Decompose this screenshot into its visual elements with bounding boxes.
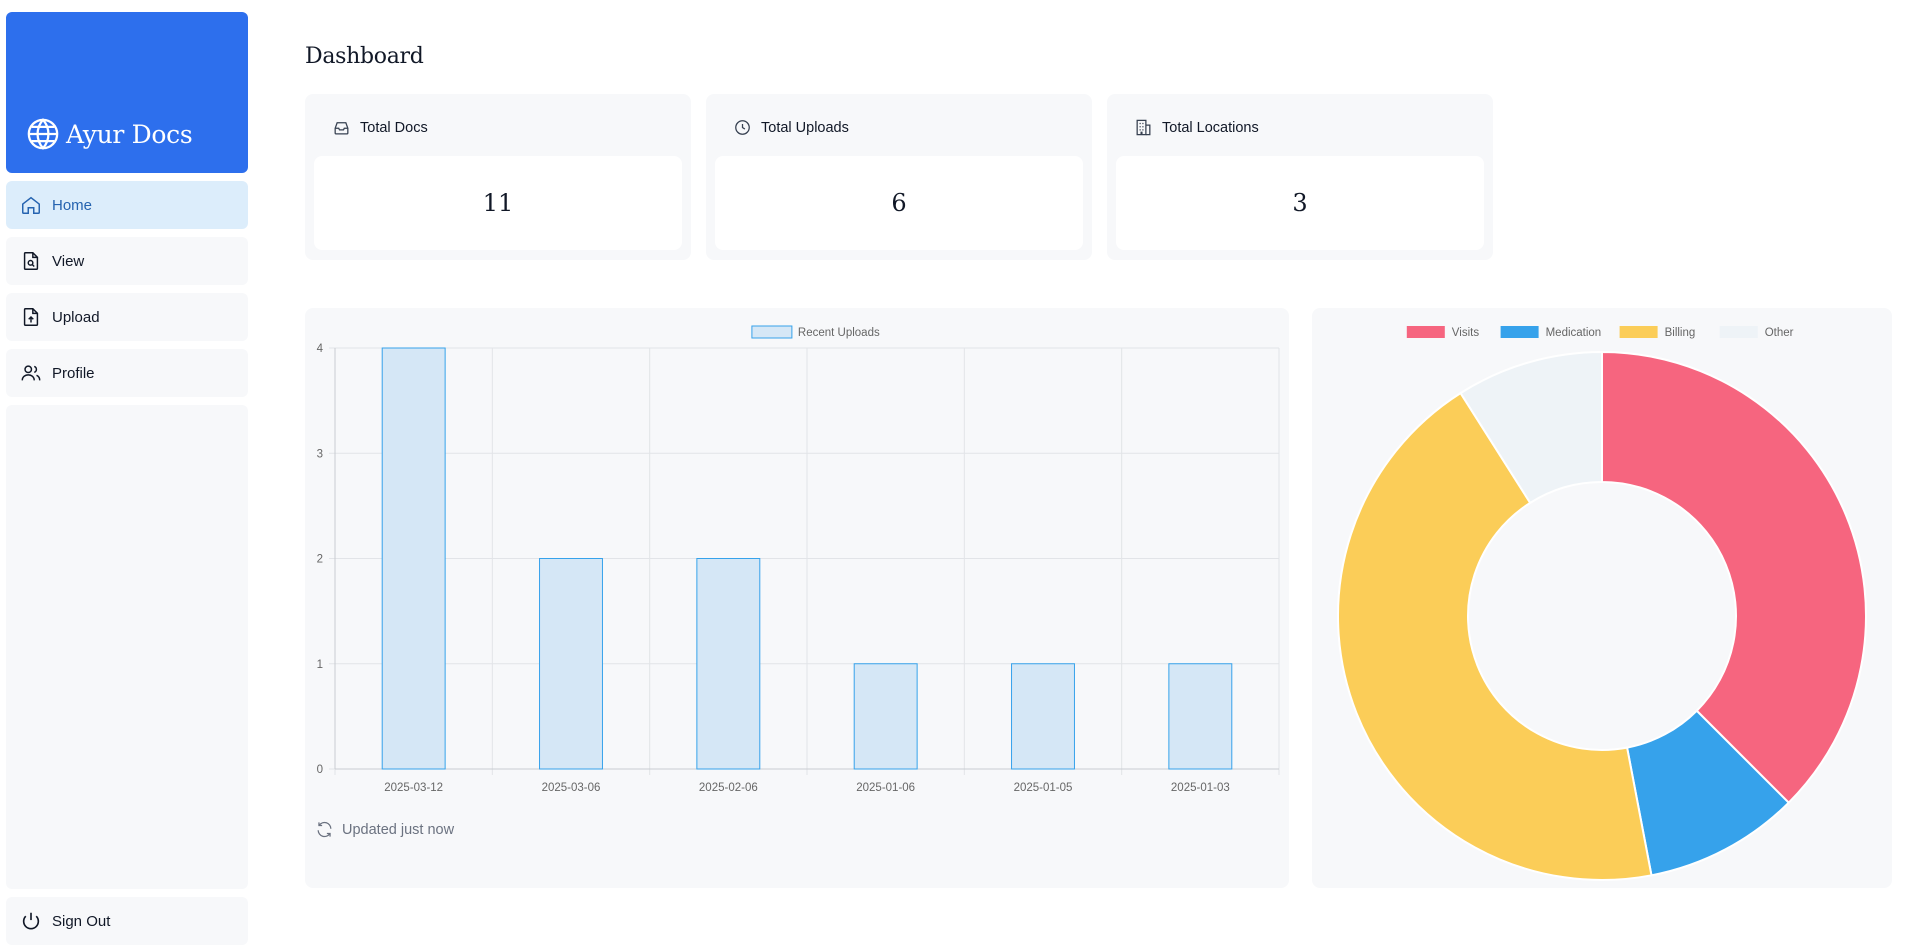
- sidebar-item-profile[interactable]: Profile: [6, 349, 248, 397]
- sign-out-label: Sign Out: [52, 912, 111, 930]
- stat-value: 3: [1116, 156, 1484, 250]
- stat-label: Total Docs: [360, 119, 428, 136]
- y-tick-label: 4: [317, 343, 324, 355]
- x-tick-label: 2025-03-12: [384, 782, 443, 794]
- brand-header: Ayur Docs: [6, 12, 248, 173]
- bar: [1168, 663, 1233, 770]
- bar: [853, 663, 918, 770]
- x-tick-label: 2025-01-06: [856, 782, 915, 794]
- bar: [1011, 663, 1075, 770]
- chart-legend: Recent Uploads: [751, 325, 880, 339]
- file-upload-icon: [23, 308, 39, 326]
- inbox-icon: [334, 122, 349, 135]
- stat-card-total-docs: Total Docs 11: [305, 94, 691, 260]
- stat-card-header: Total Locations: [1134, 118, 1259, 137]
- legend-label: Other: [1765, 327, 1794, 339]
- sidebar-item-home[interactable]: Home: [6, 181, 248, 229]
- y-tick-label: 1: [317, 659, 323, 671]
- stat-card-total-locations: Total Locations 3: [1107, 94, 1493, 260]
- legend-swatch: [1406, 326, 1445, 338]
- legend-label: Billing: [1665, 327, 1696, 339]
- legend-label: Recent Uploads: [798, 327, 880, 339]
- x-tick-label: 2025-01-03: [1171, 782, 1230, 794]
- stat-card-header: Total Uploads: [733, 118, 849, 137]
- recent-uploads-panel: 0 1 2 3 4 2025-03-12 2025-03-06 2025-02-06 2025-…: [305, 308, 1289, 888]
- sign-out-button[interactable]: Sign Out: [6, 897, 248, 945]
- sidebar-item-label: Home: [52, 196, 93, 214]
- sidebar-item-upload[interactable]: Upload: [6, 293, 248, 341]
- building-icon: [1136, 119, 1151, 136]
- updated-status: Updated just now: [315, 820, 454, 839]
- sidebar-item-view[interactable]: View: [6, 237, 248, 285]
- clock-icon: [735, 120, 750, 135]
- legend-label: Medication: [1546, 327, 1602, 339]
- home-icon: [22, 196, 40, 214]
- x-tick-label: 2025-03-06: [542, 782, 601, 794]
- sidebar: Ayur Docs Home View Upload Profile Sign …: [6, 12, 248, 952]
- legend-swatch: [1619, 326, 1658, 338]
- sidebar-item-label: Profile: [52, 364, 95, 382]
- y-tick-label: 3: [317, 448, 323, 460]
- legend-swatch: [1719, 326, 1758, 338]
- chart-legend: Visits Medication Billing Other: [1406, 326, 1794, 339]
- x-tick-label: 2025-01-05: [1014, 782, 1073, 794]
- stat-label: Total Uploads: [761, 119, 849, 136]
- y-tick-label: 2: [317, 554, 323, 566]
- brand-logo[interactable]: Ayur Docs: [26, 117, 193, 151]
- stat-label: Total Locations: [1162, 119, 1259, 136]
- globe-icon: [27, 118, 59, 150]
- doughnut-slice-visits: [1601, 350, 1867, 805]
- page-title: Dashboard: [305, 44, 424, 69]
- sidebar-item-label: View: [52, 252, 85, 270]
- recent-uploads-bar-chart: 0 1 2 3 4 2025-03-12 2025-03-06 2025-02-06 2025-…: [317, 325, 1280, 794]
- sidebar-item-label: Upload: [52, 308, 100, 326]
- legend-swatch: [751, 325, 793, 339]
- bar: [696, 558, 761, 770]
- document-types-doughnut-chart: Visits Medication Billing Other: [1337, 326, 1867, 881]
- document-types-panel: Visits Medication Billing Other: [1312, 308, 1892, 888]
- refresh-icon: [317, 821, 332, 838]
- updated-label: Updated just now: [342, 821, 455, 838]
- bar: [539, 558, 603, 770]
- file-search-icon: [23, 252, 39, 270]
- bar: [381, 347, 446, 770]
- y-tick-label: 0: [317, 764, 323, 776]
- x-tick-label: 2025-02-06: [699, 782, 758, 794]
- users-icon: [21, 365, 41, 381]
- stat-value: 11: [314, 156, 682, 250]
- legend-label: Visits: [1452, 327, 1480, 339]
- brand-name: Ayur Docs: [66, 119, 193, 149]
- legend-swatch: [1500, 326, 1539, 338]
- stat-value: 6: [715, 156, 1083, 250]
- sidebar-filler: [6, 405, 248, 889]
- power-icon: [22, 912, 40, 930]
- stat-card-header: Total Docs: [332, 118, 428, 137]
- stat-card-total-uploads: Total Uploads 6: [706, 94, 1092, 260]
